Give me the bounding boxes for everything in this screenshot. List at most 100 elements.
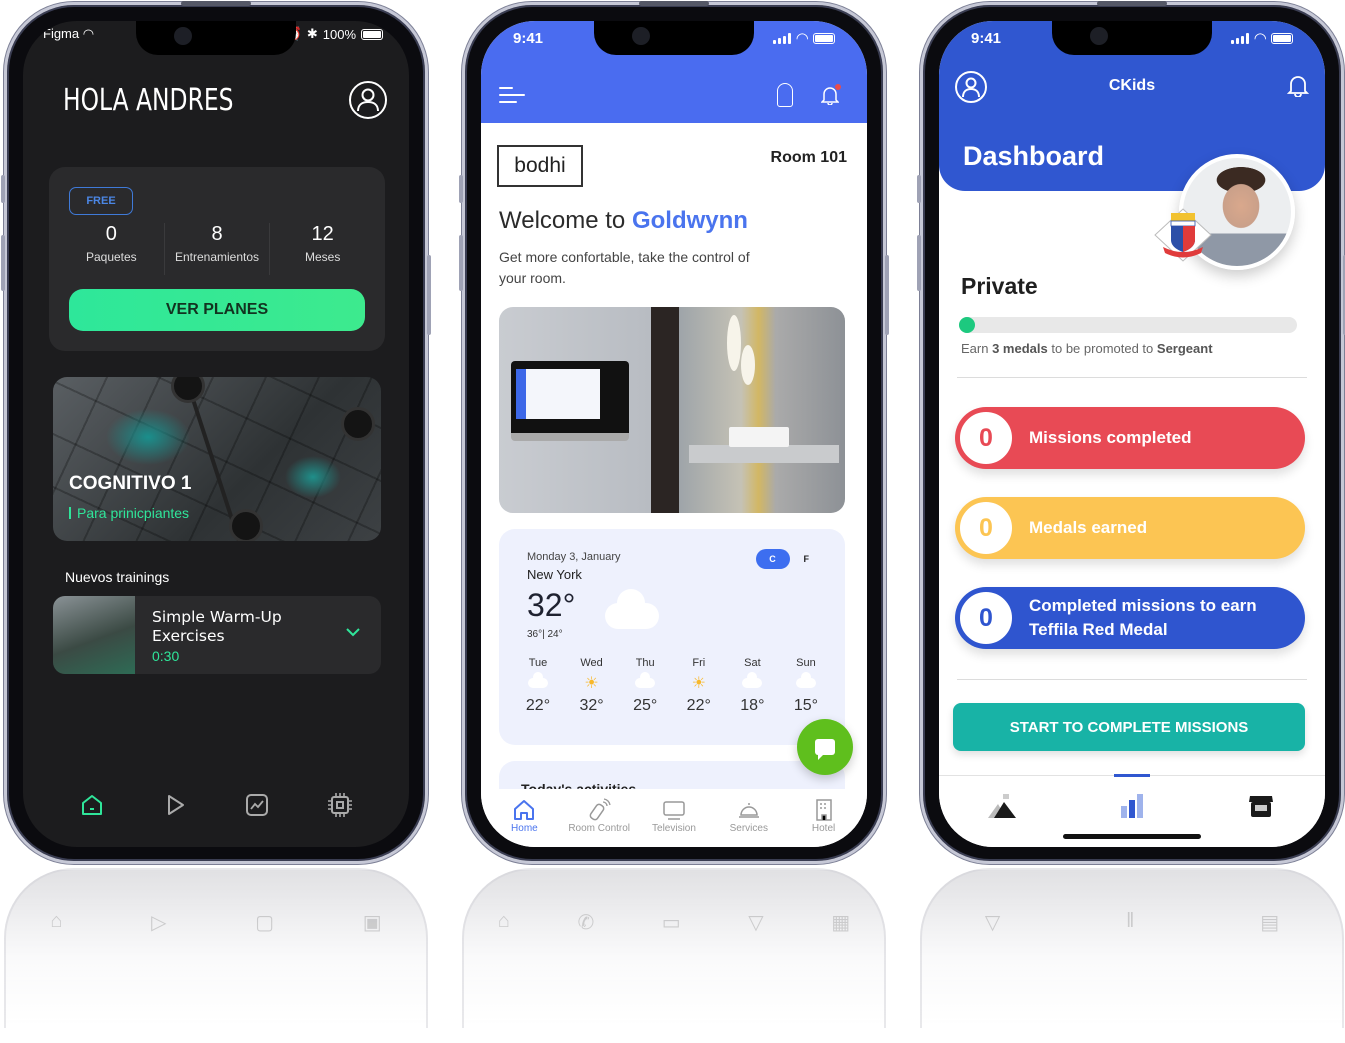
nav-dashboard[interactable] (1102, 774, 1162, 826)
clock: 9:41 (513, 29, 544, 47)
chip-icon (327, 793, 352, 817)
bar-chart-icon (1120, 794, 1143, 818)
bell-icon (1286, 76, 1310, 98)
nav-television[interactable]: Television (638, 797, 710, 847)
lamp (727, 315, 741, 371)
nav-room-control[interactable]: Room Control (563, 797, 635, 847)
battery-icon (361, 28, 383, 40)
hamburger-menu-icon[interactable] (499, 87, 525, 103)
ckids-screen: CKids Dashboard 9:41 ◠ Private Earn 3 me… (939, 21, 1325, 847)
forecast-day-label: Tue (528, 657, 548, 669)
chat-button[interactable] (797, 719, 853, 775)
celsius-option[interactable]: C (755, 549, 790, 569)
forecast-row: Tue 22° Wed ☀ 32° Thu 25° Fri ☀ 22° Sat 18° Sun 15° (515, 657, 829, 715)
weather-date: Monday 3, January (527, 551, 621, 563)
notch (1052, 21, 1212, 55)
divider (957, 679, 1307, 680)
forecast-day: Sun 15° (783, 657, 829, 715)
nav-home[interactable] (76, 789, 108, 821)
hint-text: to be promoted to (1051, 341, 1154, 356)
play-icon (167, 795, 184, 815)
battery-percent: 100% (322, 26, 356, 42)
stat-meses: 12 Meses (270, 223, 375, 275)
nav-settings[interactable] (324, 789, 356, 821)
divider (957, 377, 1307, 378)
nav-hotel[interactable]: Hotel (788, 797, 860, 847)
notifications-button[interactable] (1286, 73, 1310, 102)
forecast-temp: 32° (579, 697, 604, 714)
medal-progress-stat[interactable]: 0 Completed missions to earn Teffila Red… (955, 587, 1305, 649)
counter (689, 445, 839, 463)
sink (729, 427, 789, 447)
stat-value: 12 (311, 223, 334, 245)
hotel-icon (788, 797, 860, 823)
do-not-disturb-icon[interactable] (777, 83, 793, 107)
hotel-name: Goldwynn (631, 207, 748, 234)
stat-label: Completed missions to earn Teffila Red M… (1029, 596, 1257, 639)
forecast-icon: ☀ (569, 669, 615, 697)
forecast-icon (729, 669, 775, 697)
cloud-icon (742, 672, 763, 688)
stats-row: 0 Paquetes 8 Entrenamientos 12 Meses (59, 223, 375, 275)
forecast-temp: 22° (686, 697, 711, 714)
home-indicator (1063, 834, 1201, 839)
side-button (427, 255, 431, 335)
carrier-label: Figma (43, 26, 80, 41)
fahrenheit-option[interactable]: F (804, 554, 810, 564)
battery-icon (813, 32, 835, 44)
phone-hotel-app: 9:41 ◠ bodhi Room 101 Welcome to Goldwyn… (459, 2, 889, 864)
remote-icon (563, 797, 635, 823)
stat-entrenamientos: 8 Entrenamientos (165, 223, 271, 275)
room-number: Room 101 (770, 149, 847, 166)
sun-icon: ☀ (691, 675, 706, 692)
service-bell-icon (713, 797, 785, 823)
hint-text: Earn (961, 341, 989, 356)
home-icon (82, 795, 103, 815)
wifi-icon: ◠ (1254, 30, 1266, 47)
nav-stats[interactable] (241, 789, 273, 821)
program-title: COGNITIVO 1 (69, 473, 192, 494)
rank-progress-fill (959, 317, 975, 333)
weight-plate (171, 377, 205, 403)
chevron-down-icon[interactable] (345, 624, 361, 642)
nav-home[interactable]: Home (488, 797, 560, 847)
medals-earned-stat[interactable]: 0 Medals earned (955, 497, 1305, 559)
forecast-temp: 15° (793, 697, 819, 714)
missions-completed-stat[interactable]: 0 Missions completed (955, 407, 1305, 469)
plan-badge: FREE (69, 187, 133, 215)
bottom-nav: Home Room Control Television Services Hotel (481, 789, 867, 847)
nav-missions[interactable] (973, 786, 1033, 826)
battery-icon (1271, 32, 1293, 44)
side-button (459, 235, 463, 291)
nav-play[interactable] (159, 789, 191, 821)
app-showcase: Figma ◠ ⏰✱100% HOLA ANDRES FREE 0Paquete… (0, 0, 1345, 1043)
forecast-temp: 25° (633, 697, 658, 714)
weather-card: Monday 3, January New York 32° 36°| 24° … (499, 529, 845, 745)
training-list-item[interactable]: Simple Warm-Up Exercises 0:30 (53, 596, 381, 674)
home-icon (488, 797, 560, 823)
current-temp: 32° (527, 587, 576, 623)
ver-planes-button[interactable]: VER PLANES (69, 289, 365, 331)
unit-toggle[interactable]: C F (755, 549, 810, 569)
nav-services[interactable]: Services (713, 797, 785, 847)
forecast-icon (515, 669, 561, 697)
stat-value: 0 (957, 499, 1015, 557)
forecast-icon: ☀ (676, 669, 722, 697)
nav-label: Television (652, 823, 696, 834)
nav-label: Room Control (568, 823, 631, 834)
room-photo (499, 307, 845, 513)
forecast-day-label: Thu (635, 657, 655, 669)
promotion-hint: Earn 3 medals to be promoted to Sergeant (961, 341, 1213, 356)
phone-ckids-app: CKids Dashboard 9:41 ◠ Private Earn 3 me… (917, 2, 1345, 864)
forecast-icon (783, 669, 829, 697)
rank-name: Private (961, 273, 1038, 299)
nav-store[interactable] (1231, 786, 1291, 826)
program-hero-card[interactable]: COGNITIVO 1 Para prinicpiantes (53, 377, 381, 541)
training-duration: 0:30 (152, 648, 180, 664)
cloud-icon (795, 672, 816, 688)
phone-fitness-app: Figma ◠ ⏰✱100% HOLA ANDRES FREE 0Paquete… (1, 2, 431, 864)
start-missions-button[interactable]: START TO COMPLETE MISSIONS (953, 703, 1305, 751)
profile-button[interactable] (349, 81, 387, 119)
cloud-icon (635, 672, 656, 688)
forecast-day-label: Wed (580, 657, 603, 669)
